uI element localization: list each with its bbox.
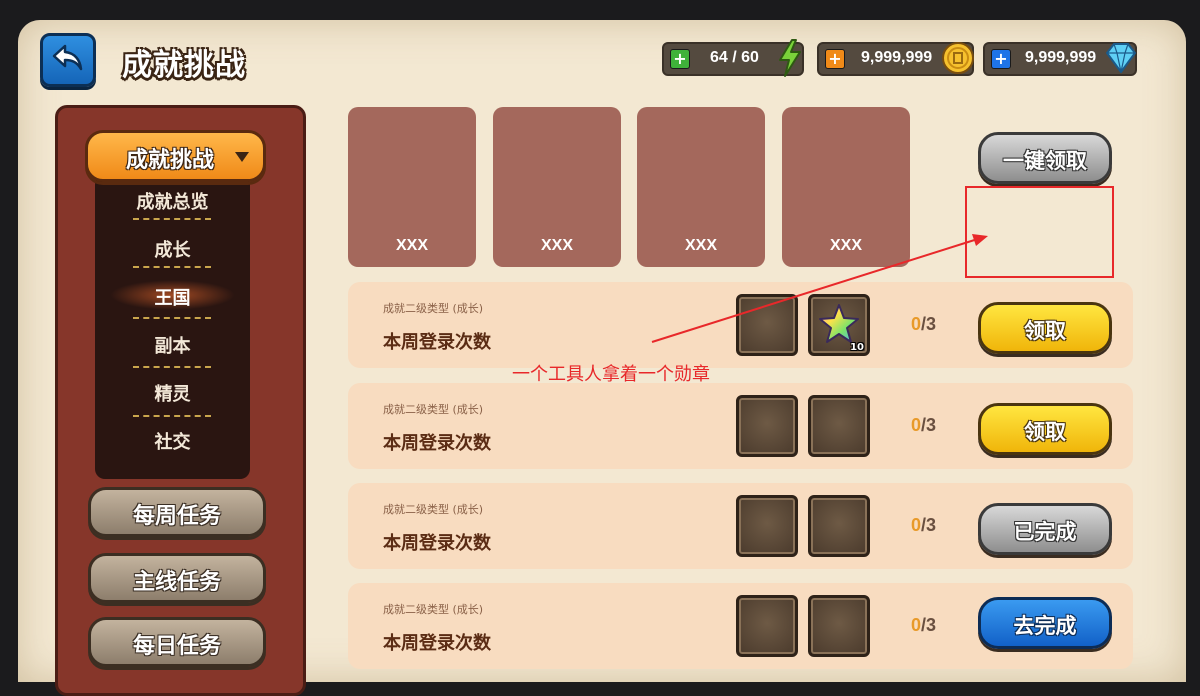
card-label: XXX — [829, 237, 862, 254]
go-complete-button[interactable]: 去完成 — [978, 597, 1112, 649]
claim-label: 领取 — [1024, 420, 1066, 444]
claim-button[interactable]: 领取 — [978, 302, 1112, 354]
reward-slot[interactable] — [736, 395, 798, 457]
annotation-box — [965, 186, 1114, 278]
divider — [133, 366, 211, 368]
category-dropdown[interactable]: 成就挑战 — [85, 130, 266, 182]
row-name: 本周登录次数 — [383, 633, 491, 654]
row-type: 成就二级类型 (成长) — [383, 403, 484, 416]
weekly-tasks-label: 每周任务 — [132, 504, 221, 529]
daily-tasks-button[interactable]: 每日任务 — [88, 617, 266, 667]
daily-tasks-label: 每日任务 — [132, 634, 221, 659]
go-complete-label: 去完成 — [1013, 614, 1077, 638]
reward-slot[interactable] — [808, 495, 870, 557]
divider — [133, 415, 211, 417]
row-type: 成就二级类型 (成长) — [383, 503, 484, 516]
chevron-down-icon — [235, 152, 249, 162]
divider — [133, 317, 211, 319]
category-label: 成就挑战 — [126, 148, 215, 173]
reward-slot[interactable] — [808, 595, 870, 657]
achievement-card[interactable]: XXX — [493, 107, 621, 267]
row-progress: 0/3 — [911, 415, 937, 435]
gold-value: 9,999,999 — [861, 49, 933, 66]
row-name: 本周登录次数 — [383, 533, 491, 554]
reward-slot[interactable] — [808, 395, 870, 457]
claim-all-button[interactable]: 一键领取 — [978, 132, 1112, 184]
card-label: XXX — [395, 237, 428, 254]
reward-slot[interactable]: 10 — [808, 294, 870, 356]
reward-slot[interactable] — [736, 595, 798, 657]
lightning-icon — [779, 39, 801, 77]
card-label: XXX — [684, 237, 717, 254]
gold-counter: + 9,999,999 — [817, 42, 974, 76]
add-gold-button[interactable]: + — [825, 49, 845, 69]
achievement-row: 成就二级类型 (成长) 本周登录次数 0/3 领取 — [348, 383, 1133, 469]
row-type: 成就二级类型 (成长) — [383, 603, 484, 616]
diamond-value: 9,999,999 — [1025, 49, 1097, 66]
reward-slot[interactable] — [736, 495, 798, 557]
gold-coin-icon — [942, 42, 974, 74]
achievement-card[interactable]: XXX — [637, 107, 765, 267]
sidebar-item-social[interactable]: 社交 — [105, 428, 240, 453]
completed-button[interactable]: 已完成 — [978, 503, 1112, 555]
divider — [133, 218, 211, 220]
row-progress: 0/3 — [911, 615, 937, 635]
back-button[interactable] — [40, 33, 96, 87]
diamond-icon — [1106, 43, 1136, 73]
energy-counter: + 64 / 60 — [662, 39, 804, 77]
sidebar-item-growth[interactable]: 成长 — [105, 236, 240, 261]
row-type: 成就二级类型 (成长) — [383, 302, 484, 315]
sidebar-item-dungeon[interactable]: 副本 — [105, 332, 240, 357]
row-progress: 0/3 — [911, 314, 937, 334]
page-title: 成就挑战 — [122, 48, 246, 83]
card-label: XXX — [540, 237, 573, 254]
achievement-row: 成就二级类型 (成长) 本周登录次数 10 0/3 领取 — [348, 282, 1133, 368]
main-tasks-button[interactable]: 主线任务 — [88, 553, 266, 603]
reward-quantity: 10 — [850, 342, 864, 353]
add-diamond-button[interactable]: + — [991, 49, 1011, 69]
sidebar-item-spirit[interactable]: 精灵 — [105, 380, 240, 405]
annotation-text: 一个工具人拿着一个勋章 — [512, 364, 710, 385]
energy-value: 64 / 60 — [710, 49, 759, 66]
weekly-tasks-button[interactable]: 每周任务 — [88, 487, 266, 537]
achievement-card[interactable]: XXX — [782, 107, 910, 267]
divider — [133, 266, 211, 268]
reward-slot[interactable] — [736, 294, 798, 356]
claim-all-label: 一键领取 — [1003, 149, 1087, 173]
row-name: 本周登录次数 — [383, 433, 491, 454]
sidebar-item-overview[interactable]: 成就总览 — [105, 188, 240, 213]
completed-label: 已完成 — [1013, 520, 1077, 544]
claim-label: 领取 — [1024, 319, 1066, 343]
achievement-row: 成就二级类型 (成长) 本周登录次数 0/3 已完成 — [348, 483, 1133, 569]
row-name: 本周登录次数 — [383, 332, 491, 353]
claim-button[interactable]: 领取 — [978, 403, 1112, 455]
back-arrow-icon — [52, 44, 83, 71]
achievement-row: 成就二级类型 (成长) 本周登录次数 0/3 去完成 — [348, 583, 1133, 669]
star-icon — [819, 304, 859, 343]
row-progress: 0/3 — [911, 515, 937, 535]
sidebar-item-kingdom[interactable]: 王国 — [105, 284, 240, 309]
add-energy-button[interactable]: + — [670, 49, 690, 69]
diamond-counter: + 9,999,999 — [983, 42, 1137, 76]
achievement-card[interactable]: XXX — [348, 107, 476, 267]
main-tasks-label: 主线任务 — [132, 570, 221, 595]
